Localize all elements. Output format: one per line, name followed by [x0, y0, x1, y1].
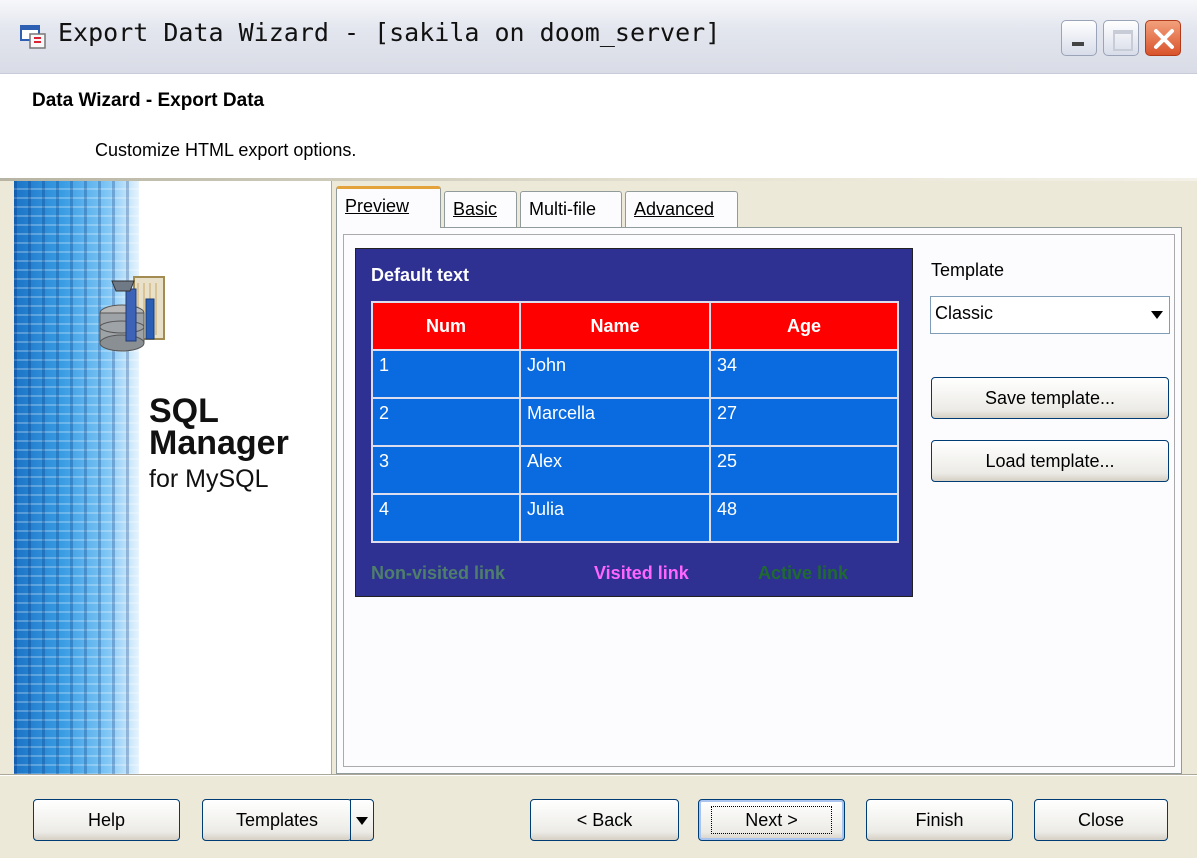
product-name: SQL Manager for MySQL — [149, 394, 289, 495]
tab-advanced-label: Advanced — [634, 199, 715, 219]
back-button-label: < Back — [576, 810, 633, 830]
preview-table-row: 4 Julia 48 — [371, 493, 899, 543]
preview-cell: 48 — [709, 493, 899, 543]
preview-default-text: Default text — [371, 265, 470, 285]
tab-advanced[interactable]: Advanced — [625, 191, 738, 227]
window-title: Export Data Wizard - [sakila on doom_ser… — [58, 18, 721, 47]
preview-table: Num Name Age 1 John 34 2 Marcella 27 3 A… — [371, 301, 899, 543]
preview-cell: 4 — [371, 493, 521, 543]
title-bar[interactable]: Export Data Wizard - [sakila on doom_ser… — [0, 0, 1197, 74]
back-button[interactable]: < Back — [530, 799, 679, 841]
preview-visited-link: Visited link — [594, 563, 689, 583]
preview-cell: Julia — [519, 493, 711, 543]
close-icon — [1154, 29, 1174, 49]
template-select[interactable]: Classic — [930, 296, 1170, 334]
preview-cell: 2 — [371, 397, 521, 447]
save-template-button[interactable]: Save template... — [931, 377, 1169, 419]
templates-button[interactable]: Templates — [202, 799, 352, 841]
tab-preview[interactable]: Preview — [336, 186, 441, 228]
wizard-step-title: Data Wizard - Export Data — [32, 90, 265, 111]
preview-cell: 1 — [371, 349, 521, 399]
finish-button[interactable]: Finish — [866, 799, 1013, 841]
preview-cell: 27 — [709, 397, 899, 447]
dropdown-arrow-icon[interactable] — [1151, 311, 1163, 319]
save-template-label: Save template... — [984, 388, 1116, 408]
close-button-label: Close — [1077, 810, 1125, 830]
footer-divider — [0, 774, 1197, 776]
template-select-value: Classic — [935, 303, 994, 323]
preview-active-link: Active link — [758, 563, 849, 583]
preview-column-header: Age — [709, 301, 899, 351]
preview-cell: 3 — [371, 445, 521, 495]
close-button[interactable]: Close — [1034, 799, 1168, 841]
tab-multi-file-label: Multi-file — [529, 199, 597, 219]
load-template-label: Load template... — [985, 451, 1115, 471]
template-label: Template — [931, 260, 1005, 280]
tab-basic[interactable]: Basic — [444, 191, 517, 227]
tab-basic-label: Basic — [453, 199, 498, 219]
wizard-step-description: Customize HTML export options. — [95, 140, 357, 160]
finish-button-label: Finish — [915, 810, 964, 830]
preview-column-header: Name — [519, 301, 711, 351]
preview-non-visited-link: Non-visited link — [371, 563, 506, 583]
tab-preview-label: Preview — [345, 196, 410, 216]
minimize-button[interactable] — [1061, 20, 1097, 56]
maximize-button[interactable] — [1103, 20, 1139, 56]
preview-cell: 25 — [709, 445, 899, 495]
preview-table-row: 2 Marcella 27 — [371, 397, 899, 447]
templates-button-label: Templates — [235, 810, 319, 830]
product-name-line3: for MySQL — [149, 465, 269, 493]
load-template-button[interactable]: Load template... — [931, 440, 1169, 482]
preview-table-header-row: Num Name Age — [371, 301, 899, 351]
help-button[interactable]: Help — [33, 799, 180, 841]
preview-cell: Marcella — [519, 397, 711, 447]
templates-dropdown-button[interactable] — [350, 799, 374, 841]
database-tools-icon — [99, 276, 165, 352]
preview-cell: 34 — [709, 349, 899, 399]
preview-cell: Alex — [519, 445, 711, 495]
preview-table-row: 3 Alex 25 — [371, 445, 899, 495]
wizard-header: Data Wizard - Export Data Customize HTML… — [0, 74, 1197, 178]
preview-table-row: 1 John 34 — [371, 349, 899, 399]
product-banner: SQL Manager for MySQL — [14, 181, 332, 775]
help-button-label: Help — [87, 810, 126, 830]
product-name-line2: Manager — [149, 424, 289, 462]
html-preview: Default text Num Name Age 1 John 34 2 Ma… — [355, 248, 913, 597]
preview-column-header: Num — [371, 301, 521, 351]
next-button-label: Next > — [711, 806, 832, 834]
next-button[interactable]: Next > — [698, 799, 845, 841]
close-window-button[interactable] — [1145, 20, 1181, 56]
export-wizard-icon — [20, 25, 46, 49]
preview-cell: John — [519, 349, 711, 399]
tab-multi-file[interactable]: Multi-file — [520, 191, 622, 227]
